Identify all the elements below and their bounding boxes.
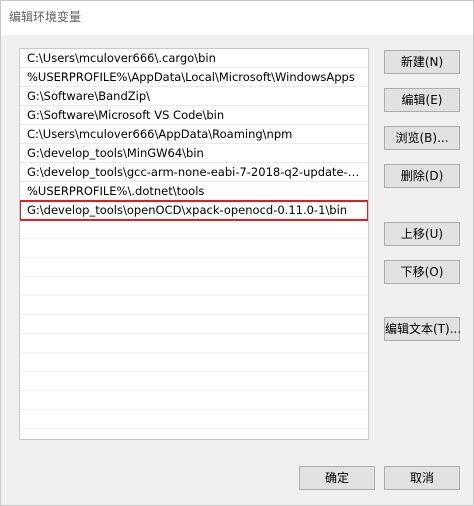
path-list-item[interactable]: %USERPROFILE%\.dotnet\tools [20, 182, 368, 201]
cancel-button[interactable]: 取消 [384, 466, 460, 490]
path-list-item[interactable]: %USERPROFILE%\AppData\Local\Microsoft\Wi… [20, 68, 368, 87]
path-list-item[interactable]: G:\Software\BandZip\ [20, 87, 368, 106]
empty-list-row[interactable] [20, 410, 368, 429]
browse-button[interactable]: 浏览(B)... [384, 126, 460, 150]
empty-list-row[interactable] [20, 258, 368, 277]
move-up-button[interactable]: 上移(U) [384, 222, 460, 246]
empty-list-row[interactable] [20, 353, 368, 372]
edit-environment-variable-dialog: 编辑环境变量 C:\Users\mculover666\.cargo\bin %… [0, 0, 474, 506]
path-list-item[interactable]: G:\Software\Microsoft VS Code\bin [20, 106, 368, 125]
move-down-button[interactable]: 下移(O) [384, 260, 460, 284]
edit-button[interactable]: 编辑(E) [384, 88, 460, 112]
path-list-item[interactable]: C:\Users\mculover666\.cargo\bin [20, 49, 368, 68]
empty-list-row[interactable] [20, 296, 368, 315]
empty-list-row[interactable] [20, 372, 368, 391]
empty-list-row[interactable] [20, 220, 368, 239]
edit-text-button[interactable]: 编辑文本(T)... [384, 317, 461, 341]
ok-button[interactable]: 确定 [299, 466, 375, 490]
delete-button[interactable]: 删除(D) [384, 164, 460, 188]
path-list-item[interactable]: G:\develop_tools\MinGW64\bin [20, 144, 368, 163]
path-listbox[interactable]: C:\Users\mculover666\.cargo\bin %USERPRO… [19, 48, 369, 440]
window-title: 编辑环境变量 [9, 10, 82, 24]
path-list-item[interactable]: C:\Users\mculover666\AppData\Roaming\npm [20, 125, 368, 144]
empty-list-row[interactable] [20, 277, 368, 296]
empty-list-row[interactable] [20, 334, 368, 353]
empty-list-row[interactable] [20, 315, 368, 334]
title-bar: 编辑环境变量 [1, 1, 473, 35]
empty-list-row[interactable] [20, 391, 368, 410]
path-list-item-selected[interactable]: G:\develop_tools\openOCD\xpack-openocd-0… [20, 200, 368, 221]
new-button[interactable]: 新建(N) [384, 50, 460, 74]
path-list-item[interactable]: G:\develop_tools\gcc-arm-none-eabi-7-201… [20, 163, 368, 182]
empty-list-row[interactable] [20, 239, 368, 258]
